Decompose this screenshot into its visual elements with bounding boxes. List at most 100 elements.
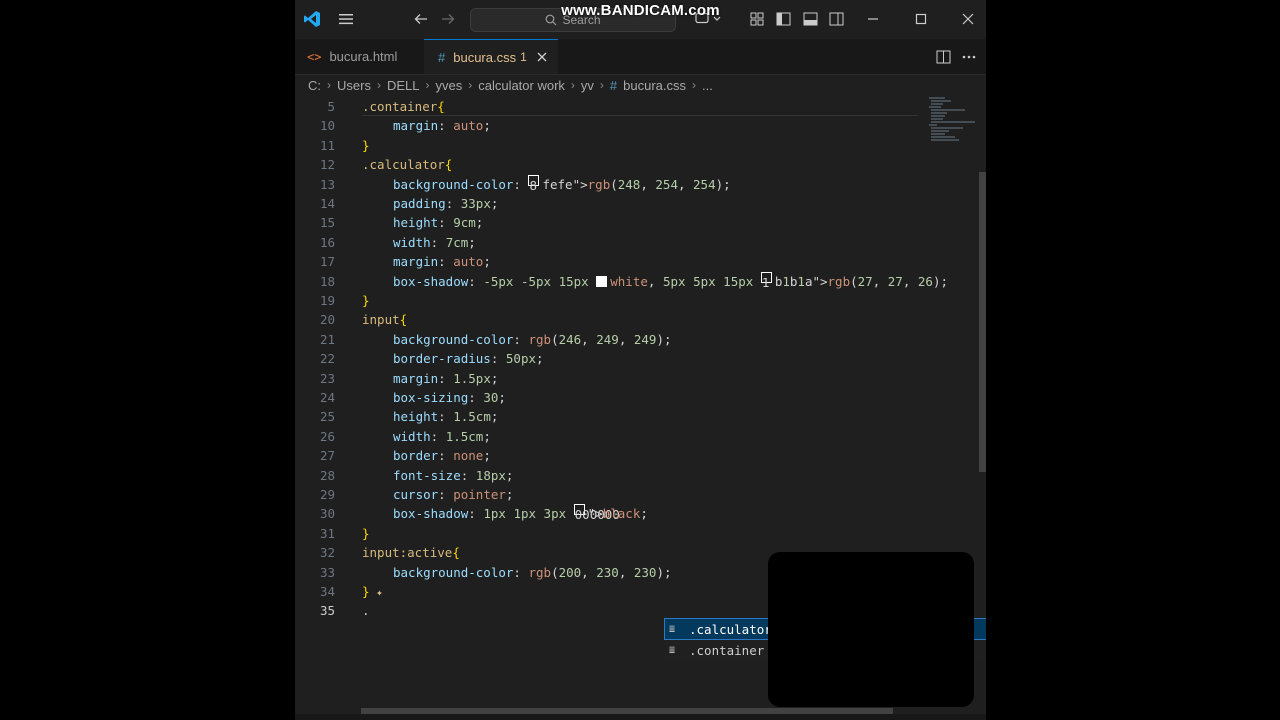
line-number: 27: [319, 448, 335, 464]
line-number: 26: [319, 428, 335, 444]
code-line[interactable]: background-color: rgb(200, 230, 230);: [393, 563, 672, 582]
line-number: 20: [319, 312, 335, 328]
breadcrumb-item[interactable]: yves: [435, 78, 462, 93]
breadcrumb-item[interactable]: bucura.css: [623, 78, 686, 93]
line-number: 11: [319, 137, 335, 153]
code-line[interactable]: }: [362, 136, 370, 155]
line-number: 22: [319, 351, 335, 367]
line-number: 17: [319, 254, 335, 270]
code-line[interactable]: input{: [362, 310, 407, 329]
css-hash-icon: #: [609, 77, 618, 93]
breadcrumb-item[interactable]: calculator work: [478, 78, 565, 93]
close-window-icon[interactable]: [958, 8, 978, 30]
toggle-panel-icon[interactable]: [800, 8, 820, 30]
copilot-chat-icon[interactable]: [691, 8, 725, 30]
breadcrumb-item[interactable]: C:: [308, 78, 321, 93]
code-line[interactable]: .: [362, 601, 370, 620]
forward-arrow-icon[interactable]: [437, 8, 459, 30]
code-line[interactable]: padding: 33px;: [393, 194, 498, 213]
code-line[interactable]: margin: auto;: [393, 116, 491, 135]
color-swatch[interactable]: 8: [528, 174, 540, 193]
code-line[interactable]: margin: 1.5px;: [393, 369, 498, 388]
code-line[interactable]: }: [362, 524, 370, 543]
line-number: 35: [319, 603, 335, 619]
line-number: 29: [319, 487, 335, 502]
line-number: 12: [319, 157, 335, 173]
code-line[interactable]: box-shadow: -5px -5px 15px white, 5px 5p…: [393, 271, 948, 291]
more-actions-icon[interactable]: [959, 46, 979, 68]
split-editor-icon[interactable]: [933, 46, 953, 68]
editor-tab-bar: <> bucura.html # bucura.css 1: [295, 39, 986, 75]
line-number: 21: [319, 331, 335, 347]
toggle-primary-sidebar-icon[interactable]: [773, 8, 793, 30]
breadcrumb-item[interactable]: DELL: [387, 78, 420, 93]
toggle-secondary-sidebar-icon[interactable]: [826, 8, 846, 30]
code-line[interactable]: box-shadow: 1px 1px 3px 000000">black;: [393, 504, 648, 523]
menu-icon[interactable]: [335, 8, 357, 30]
line-number: 13: [319, 176, 335, 192]
webcam-overlay: [768, 552, 974, 707]
title-bar: Search www.BANDICAM.com: [295, 0, 986, 39]
layout-customize-icon[interactable]: [747, 8, 767, 30]
color-swatch[interactable]: 000000: [573, 504, 620, 522]
keyword-snippet-icon: ≣: [669, 645, 676, 656]
sparkle-icon[interactable]: ✦: [370, 586, 383, 599]
vertical-scrollbar[interactable]: [979, 172, 986, 472]
tab-bucura-html[interactable]: <> bucura.html: [295, 39, 423, 74]
chevron-right-icon: ›: [376, 78, 381, 92]
breadcrumb: C: › Users › DELL › yves › calculator wo…: [308, 75, 713, 95]
line-number: 30: [319, 506, 335, 522]
minimap[interactable]: [925, 96, 980, 146]
line-number: 14: [319, 196, 335, 211]
code-line[interactable]: cursor: pointer;: [393, 485, 513, 504]
code-line[interactable]: .calculator{: [362, 155, 452, 174]
breadcrumb-item[interactable]: yv: [581, 78, 594, 93]
back-arrow-icon[interactable]: [410, 8, 432, 30]
line-number: 31: [319, 525, 335, 541]
code-line[interactable]: height: 1.5cm;: [393, 407, 498, 426]
code-line[interactable]: width: 1.5cm;: [393, 427, 491, 446]
code-line[interactable]: box-sizing: 30;: [393, 388, 506, 407]
line-number: 23: [319, 370, 335, 386]
color-swatch[interactable]: 1: [760, 271, 772, 290]
css-hash-icon: #: [438, 49, 446, 65]
tab-label: bucura.html: [329, 49, 398, 64]
line-number: 28: [319, 467, 335, 483]
code-line[interactable]: input:active{: [362, 543, 460, 562]
suggestion-label: .calculator: [689, 621, 772, 637]
code-line[interactable]: background-color: 8 fefe">rgb(248, 254, 2…: [393, 174, 731, 194]
line-number: 16: [319, 234, 335, 250]
keyword-snippet-icon: ≣: [669, 624, 676, 635]
minimize-icon[interactable]: [863, 8, 883, 30]
line-number: 15: [319, 215, 335, 231]
code-line[interactable]: font-size: 18px;: [393, 466, 513, 485]
status-bar: [295, 714, 986, 720]
close-tab-icon[interactable]: [537, 50, 547, 65]
tab-bucura-css[interactable]: # bucura.css 1: [424, 39, 558, 74]
code-line[interactable]: background-color: rgb(246, 249, 249);: [393, 330, 672, 349]
search-placeholder: Search: [562, 13, 601, 27]
chevron-right-icon: ›: [468, 78, 473, 92]
line-number: 25: [319, 409, 335, 425]
code-line[interactable]: border: none;: [393, 446, 491, 465]
search-icon: [546, 14, 557, 26]
vscode-logo-icon[interactable]: [301, 8, 323, 30]
line-number: 33: [319, 564, 335, 580]
breadcrumb-item[interactable]: Users: [337, 78, 371, 93]
code-line[interactable]: height: 9cm;: [393, 213, 483, 232]
code-line[interactable]: }: [362, 291, 370, 310]
line-number: 34: [319, 584, 335, 599]
line-number: 19: [319, 293, 335, 308]
code-line[interactable]: } ✦: [362, 582, 383, 601]
chevron-right-icon: ›: [599, 78, 604, 92]
command-center-search[interactable]: Search: [470, 8, 676, 32]
breadcrumb-item[interactable]: ...: [702, 78, 713, 93]
code-line[interactable]: margin: auto;: [393, 252, 491, 271]
code-line[interactable]: border-radius: 50px;: [393, 349, 544, 368]
color-swatch[interactable]: [596, 275, 608, 287]
code-line[interactable]: .container{: [362, 97, 445, 116]
code-line[interactable]: width: 7cm;: [393, 233, 476, 252]
maximize-icon[interactable]: [911, 8, 931, 30]
tab-label: bucura.css: [453, 49, 517, 65]
html-icon: <>: [307, 49, 322, 64]
